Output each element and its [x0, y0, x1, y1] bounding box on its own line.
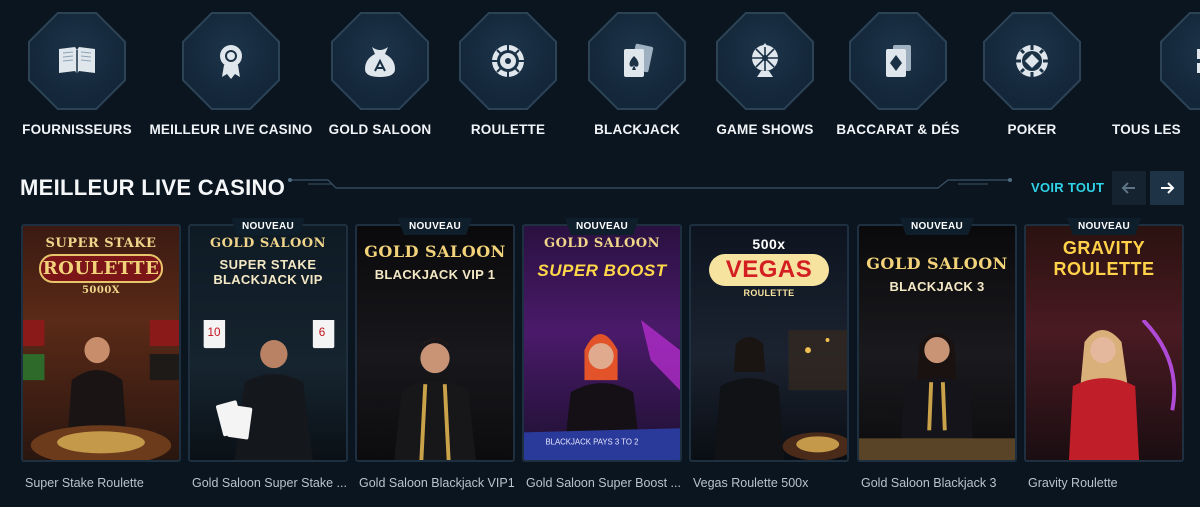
category-label: BACCARAT & DÉS [836, 122, 960, 137]
category-label: MEILLEUR LIVE CASINO [149, 122, 313, 137]
game-logo-top: GOLD SALOON [543, 236, 660, 251]
header-divider [288, 178, 1012, 189]
game-logo-main: ROULETTE [39, 254, 163, 283]
arrow-left-icon [1121, 182, 1135, 194]
poker-chip-icon [1016, 45, 1048, 77]
game-logo-sub: BLACKJACK VIP 1 [374, 267, 496, 282]
category-label: POKER [1007, 122, 1057, 137]
game-thumbnail: SUPER STAKE ROULETTE 5000X [21, 224, 181, 462]
dealer-image [23, 319, 179, 460]
game-thumbnail: GOLD SALOON SUPER BOOST BLACKJACK PAYS 3… [522, 224, 682, 462]
new-badge: NOUVEAU [564, 218, 640, 235]
game-title: Vegas Roulette 500x [693, 476, 809, 490]
arrow-right-icon [1161, 182, 1175, 194]
dealer-image: BLACKJACK PAYS 3 TO 2 [524, 319, 680, 460]
game-logo-top: GOLD SALOON [209, 236, 326, 251]
playing-cards-diamond-icon [886, 45, 911, 77]
game-logo-sub: BLACKJACK 3 [889, 279, 985, 294]
game-title: Gold Saloon Super Stake ... [192, 476, 347, 490]
category-label: BLACKJACK [594, 122, 680, 137]
game-title: Gold Saloon Blackjack 3 [861, 476, 997, 490]
game-title: Gold Saloon Blackjack VIP1 [359, 476, 515, 490]
carousel-next-button[interactable] [1150, 171, 1184, 205]
game-logo-main: ROULETTE [1053, 259, 1155, 279]
category-label: GAME SHOWS [716, 122, 814, 137]
game-thumbnail: GOLD SALOON BLACKJACK 3 [857, 224, 1017, 462]
svg-text:BLACKJACK PAYS 3 TO 2: BLACKJACK PAYS 3 TO 2 [545, 437, 638, 446]
wheel-stand-icon [752, 43, 778, 77]
game-logo-main: GOLD SALOON [364, 242, 506, 261]
category-fournisseurs[interactable]: FOURNISSEURS [0, 12, 162, 142]
game-logo-main: SUPER STAKE [219, 257, 317, 272]
grid-icon [1197, 49, 1200, 73]
game-logo-sub: BLACKJACK VIP [213, 272, 323, 287]
game-logo-main: SUPER BOOST [537, 261, 667, 280]
svg-text:10: 10 [208, 325, 221, 339]
game-card[interactable]: NOUVEAU GOLD SALOON SUPER BOOST BLACKJAC… [522, 218, 682, 490]
game-logo-main: VEGAS [709, 254, 829, 286]
game-title: Super Stake Roulette [25, 476, 144, 490]
section-title: MEILLEUR LIVE CASINO [20, 175, 286, 200]
new-badge: NOUVEAU [1066, 218, 1142, 235]
category-label: ROULETTE [470, 122, 546, 137]
game-title: Gold Saloon Super Boost ... [526, 476, 681, 490]
game-logo-top: 500x [752, 236, 786, 252]
game-thumbnail: 500x VEGAS ROULETTE [689, 224, 849, 462]
category-tous-les[interactable]: TOUS LES [1076, 12, 1200, 142]
dealer-image: 10 6 [203, 319, 335, 460]
game-logo-sub: ROULETTE [743, 288, 795, 298]
category-nav: FOURNISSEURS MEILLEUR LIVE CASINO GOLD S… [0, 0, 1200, 150]
game-logo-top: GRAVITY [1062, 238, 1146, 258]
dealer-image [394, 337, 476, 460]
game-title: Gravity Roulette [1028, 476, 1118, 490]
dealer-image [1068, 319, 1177, 460]
game-thumbnail: GOLD SALOON SUPER STAKE BLACKJACK VIP 10… [188, 224, 348, 462]
roulette-wheel-icon [492, 45, 524, 77]
award-ribbon-icon [220, 45, 242, 79]
new-badge: NOUVEAU [397, 218, 473, 235]
view-all-link[interactable]: VOIR TOUT [1031, 180, 1104, 195]
carousel-prev-button[interactable] [1112, 171, 1146, 205]
game-card[interactable]: NOUVEAU GOLD SALOON BLACKJACK VIP 1 Gold… [355, 218, 515, 490]
game-card[interactable]: NOUVEAU GRAVITY ROULETTE Gravity Roulett… [1024, 218, 1184, 490]
game-card[interactable]: SUPER STAKE ROULETTE 5000X Super Stake R… [21, 224, 181, 490]
category-meilleur-live-casino[interactable]: MEILLEUR LIVE CASINO [146, 12, 316, 142]
new-badge: NOUVEAU [899, 218, 975, 235]
category-label: TOUS LES [1112, 122, 1181, 137]
svg-text:6: 6 [319, 325, 326, 339]
game-logo-top: SUPER STAKE [45, 236, 157, 251]
playing-cards-spade-icon [624, 43, 654, 77]
dealer-image [714, 329, 847, 460]
money-bag-icon [365, 47, 395, 77]
game-thumbnail: GOLD SALOON BLACKJACK VIP 1 [355, 224, 515, 462]
game-logo-main: GOLD SALOON [866, 254, 1008, 273]
game-card[interactable]: NOUVEAU GOLD SALOON SUPER STAKE BLACKJAC… [188, 218, 348, 490]
game-card[interactable]: NOUVEAU GOLD SALOON BLACKJACK 3 Gold Sal… [857, 218, 1017, 490]
category-label: FOURNISSEURS [22, 122, 132, 137]
category-label: GOLD SALOON [328, 122, 432, 137]
book-icon [59, 47, 95, 74]
dealer-image [859, 332, 1015, 460]
game-thumbnail: GRAVITY ROULETTE [1024, 224, 1184, 462]
new-badge: NOUVEAU [230, 218, 306, 235]
game-logo-sub: 5000X [81, 285, 121, 296]
game-card[interactable]: 500x VEGAS ROULETTE Vegas Roulette 500x [689, 224, 849, 490]
